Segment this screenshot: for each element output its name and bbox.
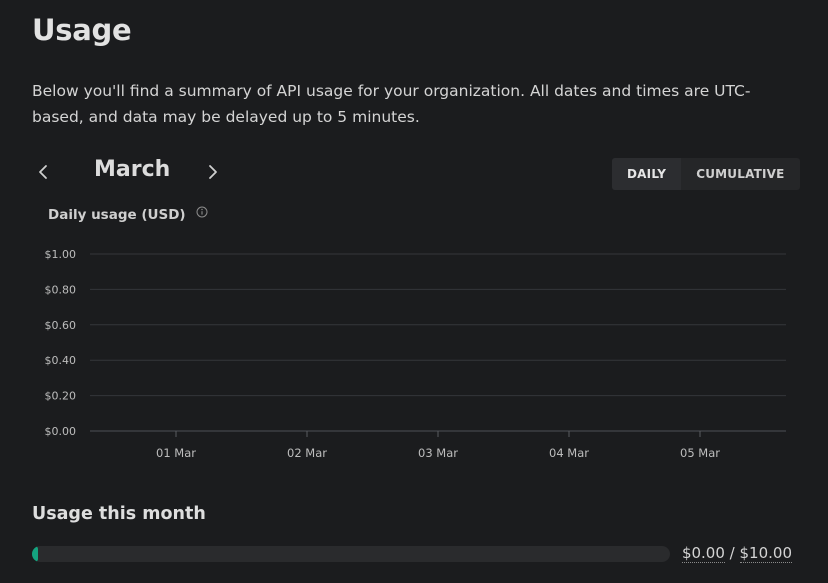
usage-used[interactable]: $0.00	[681, 544, 725, 563]
daily-toggle-button[interactable]: DAILY	[612, 158, 682, 190]
view-toggle: DAILY CUMULATIVE	[612, 158, 800, 190]
y-tick-label: $0.20	[45, 390, 77, 403]
chevron-left-icon	[39, 165, 47, 179]
y-tick-label: $0.40	[45, 354, 77, 367]
x-tick-label: 02 Mar	[287, 446, 327, 460]
x-tick-label: 01 Mar	[156, 446, 196, 460]
usage-separator: /	[724, 544, 740, 562]
usage-progress-bar	[32, 546, 670, 562]
month-label: March	[94, 157, 171, 182]
y-tick-label: $0.60	[45, 319, 77, 332]
cumulative-toggle-button[interactable]: CUMULATIVE	[681, 158, 799, 190]
daily-usage-chart: $0.00 $0.20 $0.40 $0.60 $0.80 $1.00 01 Mar 02 M…	[45, 248, 786, 460]
usage-month-title: Usage this month	[32, 504, 206, 524]
prev-month-button[interactable]	[32, 161, 54, 183]
month-navigation: March DAILY CUMULATIVE	[32, 155, 800, 190]
page-title: Usage	[32, 13, 132, 47]
usage-amount: $0.00 / $10.00	[681, 544, 792, 563]
next-month-button[interactable]	[202, 161, 224, 183]
usage-limit[interactable]: $10.00	[739, 544, 792, 563]
chart-label-text: Daily usage (USD)	[48, 207, 186, 223]
y-tick-label: $0.00	[45, 425, 77, 438]
chevron-right-icon	[209, 165, 217, 179]
chart-label: Daily usage (USD)	[48, 206, 208, 223]
y-tick-label: $1.00	[45, 248, 77, 261]
info-icon[interactable]	[196, 206, 208, 222]
x-tick-label: 05 Mar	[680, 446, 720, 460]
x-tick-label: 04 Mar	[549, 446, 589, 460]
usage-progress-fill	[32, 546, 38, 562]
x-tick-label: 03 Mar	[418, 446, 458, 460]
y-tick-label: $0.80	[45, 283, 77, 296]
page-description: Below you'll find a summary of API usage…	[32, 82, 751, 126]
